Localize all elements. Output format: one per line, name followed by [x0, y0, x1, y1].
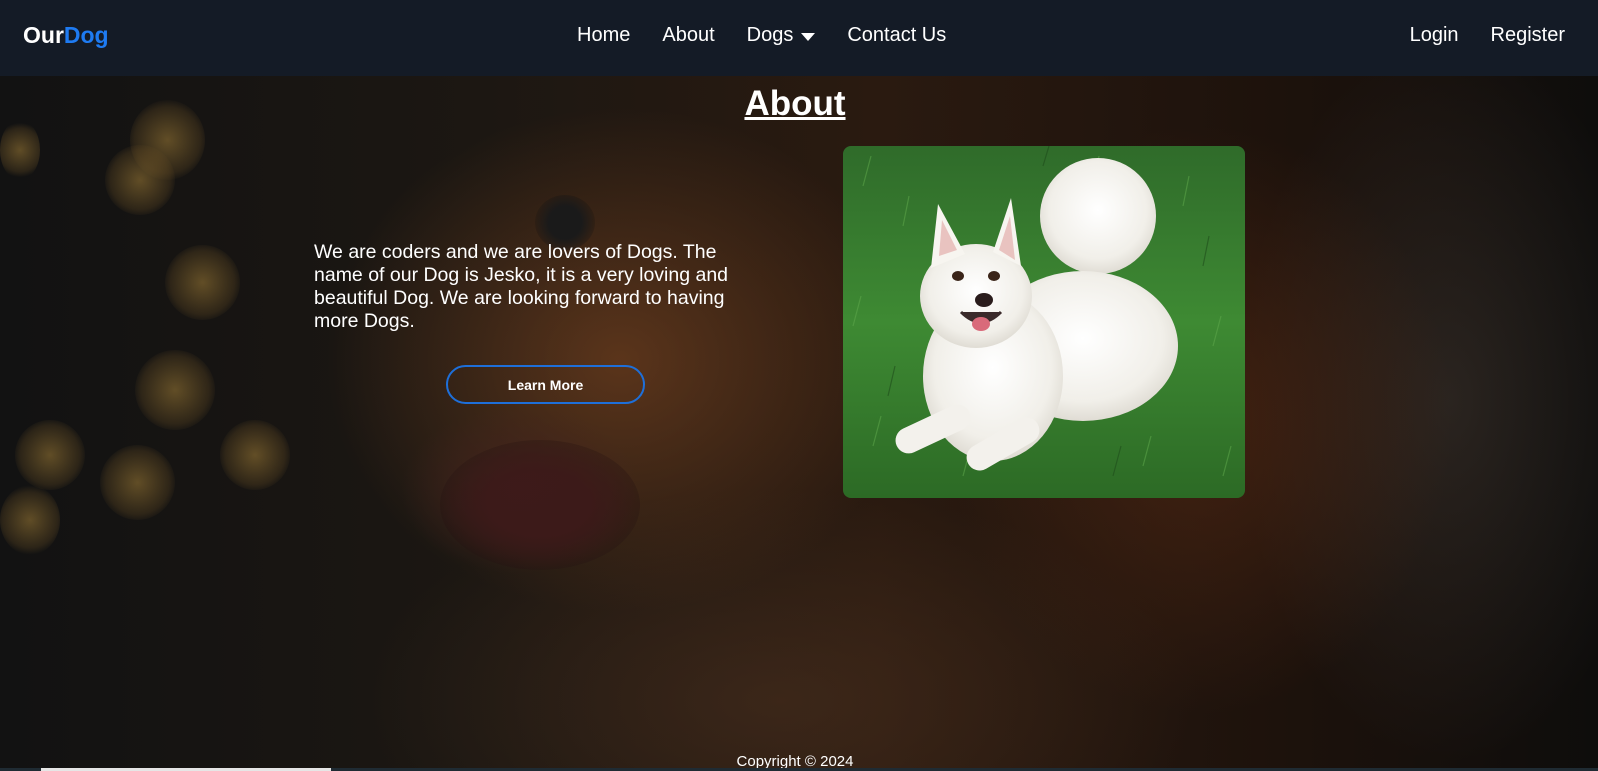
- bokeh-light: [165, 245, 240, 320]
- dog-photo: [843, 146, 1245, 498]
- bokeh-light: [0, 485, 60, 555]
- nav-about-link[interactable]: About: [662, 24, 714, 47]
- bokeh-light: [135, 350, 215, 430]
- nav-dogs-label: Dogs: [746, 24, 794, 46]
- about-description: We are coders and we are lovers of Dogs.…: [314, 241, 729, 332]
- nav-dogs-dropdown[interactable]: Dogs: [747, 24, 816, 47]
- bokeh-light: [15, 420, 85, 490]
- brand-logo[interactable]: OurDog: [23, 22, 109, 49]
- bokeh-light: [100, 445, 175, 520]
- register-link[interactable]: Register: [1491, 24, 1565, 47]
- white-dog-image: [843, 146, 1245, 498]
- bokeh-light: [105, 145, 175, 215]
- bokeh-light: [220, 420, 290, 490]
- page: OurDog Home About Dogs Contact Us Login …: [0, 0, 1598, 771]
- nav-home-link[interactable]: Home: [577, 24, 630, 47]
- navbar: OurDog Home About Dogs Contact Us Login …: [0, 0, 1598, 76]
- login-link[interactable]: Login: [1410, 24, 1459, 47]
- auth-links: Login Register: [1378, 24, 1565, 47]
- brand-text-dog: Dog: [63, 22, 109, 48]
- nav-contact-link[interactable]: Contact Us: [847, 24, 946, 47]
- bokeh-light: [0, 120, 40, 180]
- brand-text-our: Our: [23, 22, 64, 48]
- learn-more-button[interactable]: Learn More: [446, 365, 645, 404]
- nav-links: Home About Dogs Contact Us: [577, 24, 978, 47]
- chevron-down-icon: [801, 33, 816, 41]
- page-title: About: [744, 84, 846, 123]
- dog-nose: [440, 440, 640, 570]
